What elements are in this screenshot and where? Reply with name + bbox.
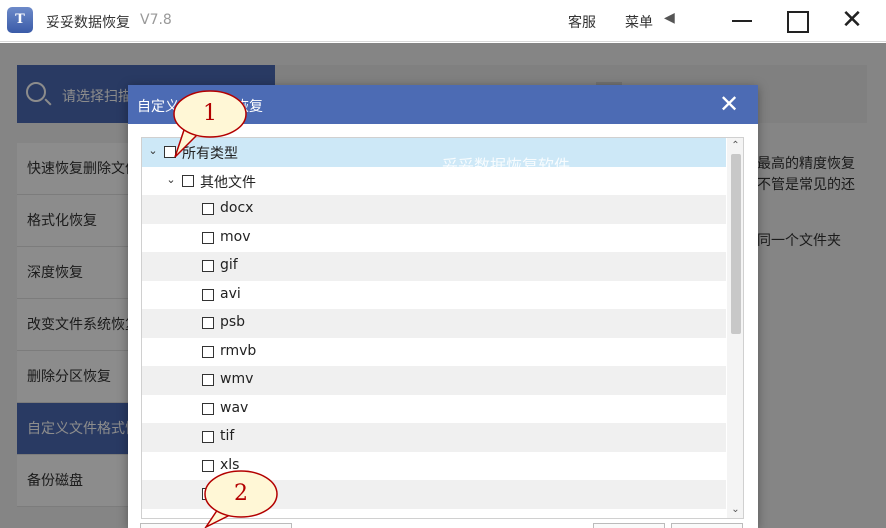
file-type-checkbox[interactable] [202,317,214,329]
tree-row-label: docx [220,200,254,216]
menu-arrow-icon[interactable]: ◀ [664,10,675,26]
tree-row-label: wav [220,399,249,416]
file-type-tree: ⌄ 所有类型 ⌄ 其他文件 docx mov gif avi psb rmvb wmv wav tif x… [141,137,744,519]
tree-row[interactable]: docx [142,195,726,224]
vertical-scrollbar[interactable]: ⌃ ⌄ [727,138,743,518]
watermark: 妥妥数据恢复软件 [442,156,571,175]
tree-row-label: avi [220,285,241,302]
scroll-up-icon[interactable]: ⌃ [727,138,743,154]
tree-row-label: mov [220,228,251,245]
tree-row-label: rmvb [220,342,257,359]
tree-row[interactable]: tif [142,423,726,452]
file-type-checkbox[interactable] [202,431,214,443]
tree-row-label: tif [220,428,235,444]
tree-row-label: psb [220,314,246,330]
scroll-thumb[interactable] [731,154,741,334]
file-type-checkbox[interactable] [202,260,214,272]
customer-service-button[interactable]: 客服 [568,12,596,32]
expand-chevron-icon[interactable]: ⌄ [147,144,159,157]
file-type-checkbox[interactable] [202,374,214,386]
callout-1: 1 [173,89,247,158]
app-version: V7.8 [140,12,172,28]
expand-chevron-icon[interactable]: ⌄ [165,173,177,186]
tree-row-label: wmv [220,371,254,387]
tree-row[interactable]: rmvb [142,338,726,367]
title-bar: T 妥妥数据恢复 V7.8 客服 菜单 ◀ ✕ [0,0,886,42]
app-title: 妥妥数据恢复 [46,15,130,31]
tree-row[interactable]: mov [142,224,726,253]
callout-number: 2 [234,481,248,506]
menu-button[interactable]: 菜单 [625,12,653,32]
tree-row-label: gif [220,257,238,273]
tree-row[interactable]: wav [142,395,726,424]
tree-row-label: 其他文件 [200,174,256,191]
file-type-checkbox[interactable] [182,174,194,187]
file-type-checkbox[interactable] [202,402,214,415]
minimize-icon[interactable] [729,6,759,36]
tree-row[interactable]: ⌄ 其他文件 [142,167,726,196]
scroll-down-icon[interactable]: ⌄ [727,502,743,518]
close-icon[interactable]: ✕ [837,6,867,36]
tree-row[interactable]: psb [142,309,726,338]
file-type-checkbox[interactable] [202,288,214,301]
callout-number: 1 [203,101,217,126]
file-type-checkbox[interactable] [202,203,214,215]
dialog-button[interactable] [593,523,665,528]
app-logo: T [7,7,33,33]
file-type-checkbox[interactable] [202,231,214,244]
tree-row[interactable]: avi [142,281,726,310]
file-type-checkbox[interactable] [202,345,214,358]
tree-row[interactable]: wmv [142,366,726,395]
dialog-button[interactable] [671,523,743,528]
tree-row[interactable]: gif [142,252,726,281]
dialog-close-icon[interactable]: ✕ [714,89,744,119]
maximize-icon[interactable] [783,6,813,36]
callout-2: 2 [204,469,278,528]
